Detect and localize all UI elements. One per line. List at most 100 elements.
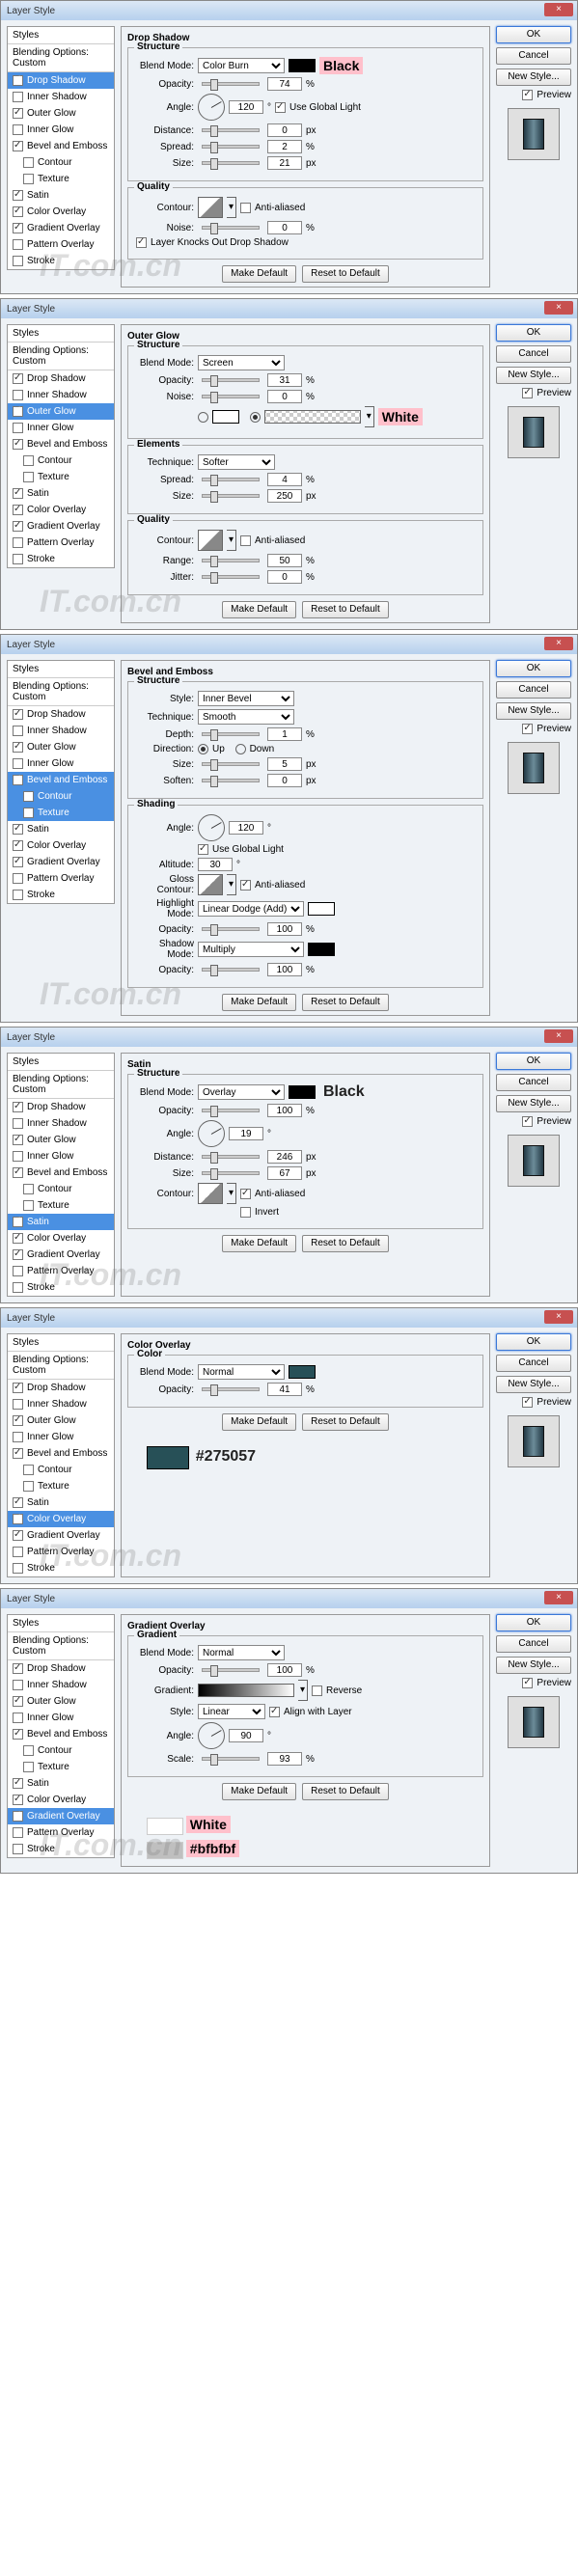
style-row-satin[interactable]: Satin bbox=[8, 1494, 114, 1511]
reset-default-button[interactable]: Reset to Default bbox=[302, 265, 389, 283]
checkbox[interactable] bbox=[23, 1465, 34, 1475]
cancel-button[interactable]: Cancel bbox=[496, 1635, 571, 1653]
style-select[interactable]: Inner Bevel bbox=[198, 691, 294, 706]
ok-button[interactable]: OK bbox=[496, 1614, 571, 1631]
angle-input[interactable]: 90 bbox=[229, 1729, 263, 1742]
style-row-texture[interactable]: Texture bbox=[8, 1197, 114, 1214]
checkbox[interactable] bbox=[13, 1696, 23, 1707]
make-default-button[interactable]: Make Default bbox=[222, 1235, 296, 1252]
style-row-outer_glow[interactable]: Outer Glow bbox=[8, 105, 114, 122]
style-row-color_overlay[interactable]: Color Overlay bbox=[8, 1792, 114, 1808]
color-swatch[interactable] bbox=[212, 410, 239, 424]
color-swatch[interactable] bbox=[289, 1365, 316, 1379]
slider[interactable] bbox=[202, 1155, 260, 1159]
slider[interactable] bbox=[202, 478, 260, 481]
blending-options[interactable]: Blending Options: Custom bbox=[8, 343, 114, 370]
style-row-drop_shadow[interactable]: Drop Shadow bbox=[8, 1380, 114, 1396]
titlebar[interactable]: Layer Style × bbox=[1, 299, 577, 318]
value-input[interactable]: 250 bbox=[267, 489, 302, 503]
style-row-color_overlay[interactable]: Color Overlay bbox=[8, 204, 114, 220]
value-input[interactable]: 4 bbox=[267, 473, 302, 486]
style-row-pattern_overlay[interactable]: Pattern Overlay bbox=[8, 1263, 114, 1279]
style-row-texture[interactable]: Texture bbox=[8, 171, 114, 187]
cancel-button[interactable]: Cancel bbox=[496, 681, 571, 699]
cancel-button[interactable]: Cancel bbox=[496, 345, 571, 363]
checkbox[interactable] bbox=[13, 239, 23, 250]
shadow-swatch[interactable] bbox=[308, 943, 335, 956]
slider[interactable] bbox=[202, 378, 260, 382]
reset-default-button[interactable]: Reset to Default bbox=[302, 1413, 389, 1431]
chevron-down-icon[interactable]: ▾ bbox=[227, 1183, 236, 1204]
value-input[interactable]: 100 bbox=[267, 922, 302, 936]
slider[interactable] bbox=[202, 779, 260, 782]
value-input[interactable]: 100 bbox=[267, 1663, 302, 1677]
chevron-down-icon[interactable]: ▾ bbox=[365, 406, 374, 427]
close-icon[interactable]: × bbox=[544, 301, 573, 315]
checkbox[interactable] bbox=[13, 1249, 23, 1260]
checkbox[interactable] bbox=[13, 1118, 23, 1129]
style-row-bevel_emboss[interactable]: Bevel and Emboss bbox=[8, 1165, 114, 1181]
highlight-swatch[interactable] bbox=[308, 902, 335, 916]
style-row-contour[interactable]: Contour bbox=[8, 788, 114, 805]
value-input[interactable]: 1 bbox=[267, 727, 302, 741]
checkbox[interactable] bbox=[13, 1497, 23, 1508]
titlebar[interactable]: Layer Style × bbox=[1, 1308, 577, 1328]
cancel-button[interactable]: Cancel bbox=[496, 1074, 571, 1091]
cancel-button[interactable]: Cancel bbox=[496, 47, 571, 65]
style-row-contour[interactable]: Contour bbox=[8, 452, 114, 469]
style-row-texture[interactable]: Texture bbox=[8, 805, 114, 821]
style-row-inner_glow[interactable]: Inner Glow bbox=[8, 122, 114, 138]
ok-button[interactable]: OK bbox=[496, 26, 571, 43]
checkbox[interactable] bbox=[13, 1282, 23, 1293]
checkbox[interactable] bbox=[13, 1827, 23, 1838]
checkbox[interactable] bbox=[13, 1102, 23, 1112]
style-row-pattern_overlay[interactable]: Pattern Overlay bbox=[8, 1544, 114, 1560]
technique-select[interactable]: Smooth bbox=[198, 709, 294, 725]
value-input[interactable]: 0 bbox=[267, 570, 302, 584]
style-row-texture[interactable]: Texture bbox=[8, 1759, 114, 1775]
angle-dial[interactable] bbox=[198, 1120, 225, 1147]
cancel-button[interactable]: Cancel bbox=[496, 1355, 571, 1372]
style-row-color_overlay[interactable]: Color Overlay bbox=[8, 502, 114, 518]
checkbox[interactable] bbox=[23, 1481, 34, 1492]
style-row-contour[interactable]: Contour bbox=[8, 1742, 114, 1759]
style-row-inner_shadow[interactable]: Inner Shadow bbox=[8, 89, 114, 105]
style-row-satin[interactable]: Satin bbox=[8, 485, 114, 502]
slider[interactable] bbox=[202, 1668, 260, 1672]
checkbox[interactable] bbox=[13, 726, 23, 736]
gradient-picker[interactable] bbox=[264, 410, 361, 424]
style-row-bevel_emboss[interactable]: Bevel and Emboss bbox=[8, 772, 114, 788]
style-row-bevel_emboss[interactable]: Bevel and Emboss bbox=[8, 436, 114, 452]
value-input[interactable]: 100 bbox=[267, 1104, 302, 1117]
style-row-contour[interactable]: Contour bbox=[8, 154, 114, 171]
style-row-gradient_overlay[interactable]: Gradient Overlay bbox=[8, 220, 114, 236]
knockout-checkbox[interactable] bbox=[136, 237, 147, 248]
preview-checkbox[interactable] bbox=[522, 1116, 533, 1127]
grad-style-select[interactable]: Linear bbox=[198, 1704, 265, 1719]
checkbox[interactable] bbox=[13, 206, 23, 217]
checkbox[interactable] bbox=[13, 554, 23, 564]
style-row-inner_glow[interactable]: Inner Glow bbox=[8, 755, 114, 772]
checkbox[interactable] bbox=[13, 1713, 23, 1723]
close-icon[interactable]: × bbox=[544, 637, 573, 650]
global-light-checkbox[interactable] bbox=[198, 844, 208, 855]
chevron-down-icon[interactable]: ▾ bbox=[227, 197, 236, 218]
blend-mode-select[interactable]: Normal bbox=[198, 1645, 285, 1660]
highlight-mode-select[interactable]: Linear Dodge (Add) bbox=[198, 901, 304, 917]
style-row-color_overlay[interactable]: Color Overlay bbox=[8, 1230, 114, 1247]
styles-header[interactable]: Styles bbox=[8, 325, 114, 343]
slider[interactable] bbox=[202, 968, 260, 972]
checkbox[interactable] bbox=[13, 1399, 23, 1410]
slider[interactable] bbox=[202, 1171, 260, 1175]
checkbox[interactable] bbox=[13, 758, 23, 769]
style-row-drop_shadow[interactable]: Drop Shadow bbox=[8, 72, 114, 89]
slider[interactable] bbox=[202, 395, 260, 398]
checkbox[interactable] bbox=[13, 824, 23, 835]
checkbox[interactable] bbox=[13, 1811, 23, 1822]
global-light-checkbox[interactable] bbox=[275, 102, 286, 113]
blending-options[interactable]: Blending Options: Custom bbox=[8, 678, 114, 706]
color-swatch[interactable] bbox=[289, 1085, 316, 1099]
reset-default-button[interactable]: Reset to Default bbox=[302, 1783, 389, 1800]
checkbox[interactable] bbox=[13, 505, 23, 515]
slider[interactable] bbox=[202, 1387, 260, 1391]
